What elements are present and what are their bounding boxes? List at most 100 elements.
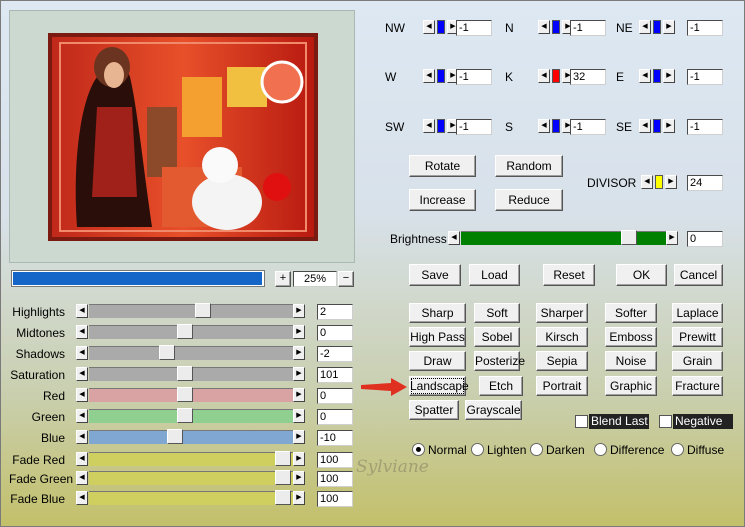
- slider-field-3[interactable]: 101: [317, 367, 353, 383]
- slider-left-arrow-9[interactable]: ◀: [76, 491, 88, 505]
- preset-grayscale-button[interactable]: Grayscale: [465, 400, 522, 420]
- slider-thumb-2[interactable]: [158, 345, 175, 360]
- slider-right-arrow-8[interactable]: ▶: [293, 471, 305, 485]
- slider-thumb-7[interactable]: [274, 451, 291, 466]
- preset-laplace-button[interactable]: Laplace: [672, 303, 723, 323]
- divisor-right-arrow[interactable]: ▶: [665, 175, 677, 189]
- slider-left-arrow-6[interactable]: ◀: [76, 430, 88, 444]
- n-left-arrow[interactable]: ◀: [538, 20, 550, 34]
- slider-field-5[interactable]: 0: [317, 409, 353, 425]
- slider-track-7[interactable]: [89, 452, 293, 466]
- slider-track-9[interactable]: [89, 491, 293, 505]
- k-field[interactable]: 32: [570, 69, 606, 85]
- brightness-left-arrow[interactable]: ◀: [448, 231, 460, 245]
- preset-sepia-button[interactable]: Sepia: [536, 351, 588, 371]
- w-thumb[interactable]: [437, 69, 445, 83]
- slider-left-arrow-0[interactable]: ◀: [76, 304, 88, 318]
- slider-left-arrow-1[interactable]: ◀: [76, 325, 88, 339]
- slider-track-8[interactable]: [89, 471, 293, 485]
- preset-emboss-button[interactable]: Emboss: [605, 327, 657, 347]
- slider-track-6[interactable]: [89, 430, 293, 444]
- divisor-field[interactable]: 24: [687, 175, 723, 191]
- mode-diffuse-radio[interactable]: [671, 443, 684, 456]
- negative-checkbox[interactable]: [659, 415, 672, 428]
- s-left-arrow[interactable]: ◀: [538, 119, 550, 133]
- preset-etch-button[interactable]: Etch: [479, 376, 523, 396]
- preset-noise-button[interactable]: Noise: [605, 351, 657, 371]
- se-thumb[interactable]: [653, 119, 661, 133]
- nw-field[interactable]: -1: [456, 20, 492, 36]
- e-left-arrow[interactable]: ◀: [639, 69, 651, 83]
- nw-thumb[interactable]: [437, 20, 445, 34]
- slider-right-arrow-1[interactable]: ▶: [293, 325, 305, 339]
- slider-thumb-5[interactable]: [176, 408, 193, 423]
- zoom-level-field[interactable]: 25%: [293, 271, 337, 287]
- mode-darken-radio[interactable]: [530, 443, 543, 456]
- preset-fracture-button[interactable]: Fracture: [672, 376, 723, 396]
- ne-right-arrow[interactable]: ▶: [663, 20, 675, 34]
- slider-left-arrow-8[interactable]: ◀: [76, 471, 88, 485]
- slider-left-arrow-5[interactable]: ◀: [76, 409, 88, 423]
- slider-thumb-6[interactable]: [166, 429, 183, 444]
- slider-right-arrow-3[interactable]: ▶: [293, 367, 305, 381]
- preset-landscape-button[interactable]: Landscape: [409, 376, 469, 396]
- slider-thumb-0[interactable]: [195, 303, 212, 318]
- brightness-thumb[interactable]: [621, 230, 638, 245]
- ok-button[interactable]: OK: [616, 264, 667, 286]
- preset-posterize-button[interactable]: Posterize: [474, 351, 525, 371]
- preset-sharp-button[interactable]: Sharp: [409, 303, 466, 323]
- brightness-right-arrow[interactable]: ▶: [666, 231, 678, 245]
- slider-right-arrow-9[interactable]: ▶: [293, 491, 305, 505]
- slider-right-arrow-5[interactable]: ▶: [293, 409, 305, 423]
- ne-left-arrow[interactable]: ◀: [639, 20, 651, 34]
- slider-right-arrow-7[interactable]: ▶: [293, 452, 305, 466]
- preset-grain-button[interactable]: Grain: [672, 351, 723, 371]
- sw-thumb[interactable]: [437, 119, 445, 133]
- slider-field-7[interactable]: 100: [317, 452, 353, 468]
- preset-sobel-button[interactable]: Sobel: [474, 327, 520, 347]
- slider-track-2[interactable]: [89, 346, 293, 360]
- slider-right-arrow-4[interactable]: ▶: [293, 388, 305, 402]
- reduce-button[interactable]: Reduce: [495, 189, 563, 211]
- nw-left-arrow[interactable]: ◀: [423, 20, 435, 34]
- w-field[interactable]: -1: [456, 69, 492, 85]
- preset-portrait-button[interactable]: Portrait: [536, 376, 588, 396]
- k-thumb[interactable]: [552, 69, 560, 83]
- divisor-left-arrow[interactable]: ◀: [641, 175, 653, 189]
- se-right-arrow[interactable]: ▶: [663, 119, 675, 133]
- n-field[interactable]: -1: [570, 20, 606, 36]
- slider-field-8[interactable]: 100: [317, 471, 353, 487]
- s-field[interactable]: -1: [570, 119, 606, 135]
- slider-left-arrow-4[interactable]: ◀: [76, 388, 88, 402]
- ne-thumb[interactable]: [653, 20, 661, 34]
- preset-kirsch-button[interactable]: Kirsch: [536, 327, 588, 347]
- se-left-arrow[interactable]: ◀: [639, 119, 651, 133]
- slider-left-arrow-3[interactable]: ◀: [76, 367, 88, 381]
- slider-thumb-1[interactable]: [176, 324, 193, 339]
- mode-lighten-radio[interactable]: [471, 443, 484, 456]
- e-thumb[interactable]: [653, 69, 661, 83]
- slider-right-arrow-6[interactable]: ▶: [293, 430, 305, 444]
- e-field[interactable]: -1: [687, 69, 723, 85]
- random-button[interactable]: Random: [495, 155, 563, 177]
- increase-button[interactable]: Increase: [409, 189, 476, 211]
- preset-high-pass-button[interactable]: High Pass: [409, 327, 466, 347]
- mode-difference-radio[interactable]: [594, 443, 607, 456]
- slider-left-arrow-7[interactable]: ◀: [76, 452, 88, 466]
- preset-spatter-button[interactable]: Spatter: [409, 400, 459, 420]
- preset-sharper-button[interactable]: Sharper: [536, 303, 588, 323]
- preset-prewitt-button[interactable]: Prewitt: [672, 327, 723, 347]
- blend-last-checkbox[interactable]: [575, 415, 588, 428]
- slider-left-arrow-2[interactable]: ◀: [76, 346, 88, 360]
- sw-left-arrow[interactable]: ◀: [423, 119, 435, 133]
- preset-softer-button[interactable]: Softer: [605, 303, 657, 323]
- load-button[interactable]: Load: [469, 264, 520, 286]
- k-left-arrow[interactable]: ◀: [538, 69, 550, 83]
- preset-soft-button[interactable]: Soft: [474, 303, 520, 323]
- preset-graphic-button[interactable]: Graphic: [605, 376, 657, 396]
- slider-thumb-3[interactable]: [176, 366, 193, 381]
- se-field[interactable]: -1: [687, 119, 723, 135]
- rotate-button[interactable]: Rotate: [409, 155, 476, 177]
- reset-button[interactable]: Reset: [543, 264, 595, 286]
- slider-field-0[interactable]: 2: [317, 304, 353, 320]
